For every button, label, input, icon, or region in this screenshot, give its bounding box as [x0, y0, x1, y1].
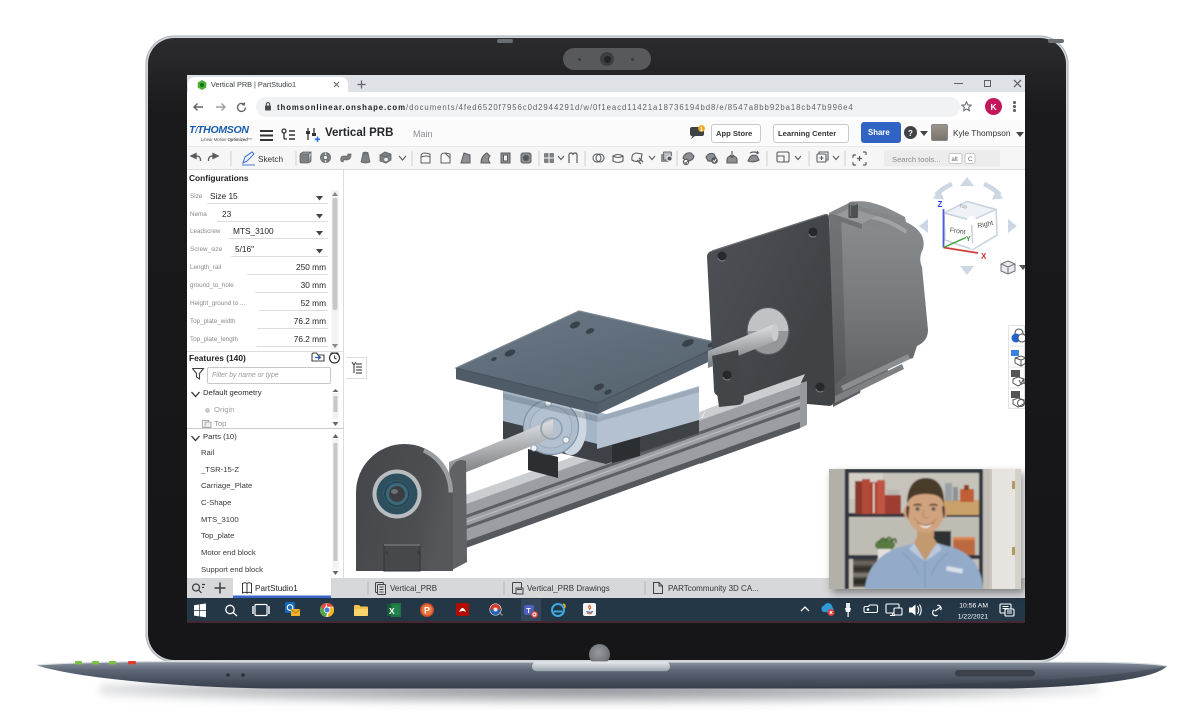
svg-text:10:56 AM: 10:56 AM [959, 603, 988, 610]
svg-text:Top: Top [959, 204, 968, 211]
svg-text:1/22/2021: 1/22/2021 [958, 614, 988, 621]
svg-text:X: X [981, 252, 987, 261]
svg-text:T: T [526, 606, 531, 615]
svg-text:1: 1 [700, 127, 703, 133]
svg-text:P: P [424, 606, 430, 616]
svg-text:C: C [968, 156, 973, 163]
svg-text:PartStudio1: PartStudio1 [255, 584, 298, 593]
svg-text:Vertical_PRB Drawings: Vertical_PRB Drawings [527, 584, 610, 593]
svg-text:Z: Z [938, 200, 943, 209]
svg-text:PARTcommunity 3D CA...: PARTcommunity 3D CA... [668, 584, 759, 593]
svg-text:Y: Y [966, 236, 971, 243]
svg-text:alt: alt [952, 157, 959, 163]
svg-text:Vertical_PRB: Vertical_PRB [390, 584, 437, 593]
svg-text:Search tools...: Search tools... [892, 155, 941, 164]
svg-text:X: X [389, 606, 395, 616]
svg-text:Sketch: Sketch [258, 155, 283, 164]
